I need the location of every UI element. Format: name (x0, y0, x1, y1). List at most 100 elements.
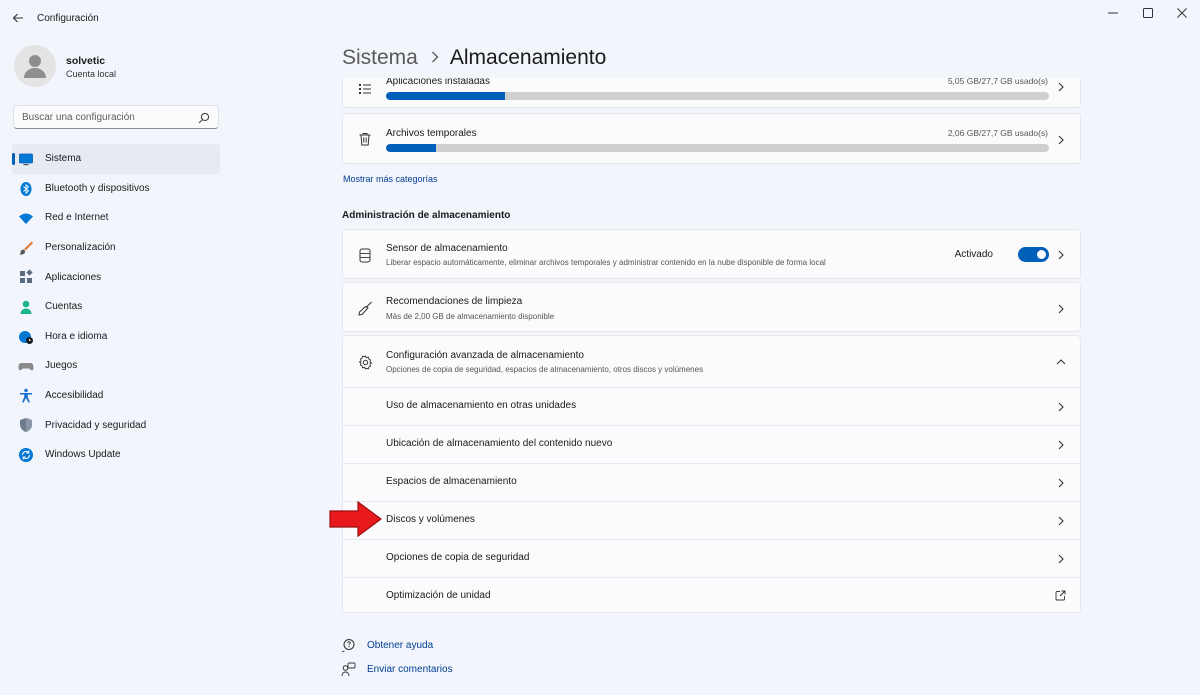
chevron-right-icon (1056, 554, 1066, 564)
search-icon (198, 112, 210, 124)
update-icon (18, 447, 34, 463)
account-type: Cuenta local (66, 69, 117, 79)
advanced-item-label: Ubicación de almacenamiento del contenid… (386, 438, 613, 449)
sidebar-item-bluetooth[interactable]: Bluetooth y dispositivos (12, 174, 220, 204)
gamepad-icon (18, 358, 34, 374)
category-usage: 2,06 GB/27,7 GB usado(s) (947, 128, 1048, 138)
main-content: Aplicaciones instaladas 5,05 GB/27,7 GB … (342, 78, 1082, 695)
advanced-item-label: Espacios de almacenamiento (386, 476, 517, 487)
external-link-icon (1055, 590, 1066, 601)
cleanup-recommendations-card[interactable]: Recomendaciones de limpieza Más de 2,00 … (342, 282, 1081, 332)
advanced-item-drive-optimization[interactable]: Optimización de unidad (343, 577, 1080, 613)
chevron-right-icon (1056, 250, 1066, 260)
close-icon (1177, 8, 1187, 18)
brush-icon (18, 240, 34, 256)
sidebar-item-accesibilidad[interactable]: Accesibilidad (12, 381, 220, 411)
advanced-item-label: Opciones de copia de seguridad (386, 552, 530, 563)
breadcrumb: Sistema Almacenamiento (342, 43, 606, 73)
title-bar: Configuración (0, 0, 1200, 36)
card-title: Sensor de almacenamiento (386, 243, 508, 254)
advanced-item-backup-options[interactable]: Opciones de copia de seguridad (343, 539, 1080, 577)
usage-bar (386, 92, 1049, 100)
sidebar-item-hora[interactable]: Hora e idioma (12, 322, 220, 352)
apps-icon (18, 269, 34, 285)
back-button[interactable] (9, 9, 27, 27)
app-title: Configuración (37, 13, 99, 24)
storage-category-temp[interactable]: Archivos temporales 2,06 GB/27,7 GB usad… (342, 113, 1081, 164)
usage-bar-fill (386, 92, 506, 100)
globe-clock-icon (18, 329, 34, 345)
advanced-item-label: Discos y volúmenes (386, 514, 475, 525)
card-title: Configuración avanzada de almacenamiento (386, 350, 584, 361)
sidebar-item-label: Hora e idioma (45, 330, 108, 342)
sidebar-item-aplicaciones[interactable]: Aplicaciones (12, 262, 220, 292)
arrow-left-icon (12, 13, 23, 23)
advanced-storage-header[interactable]: Configuración avanzada de almacenamiento… (343, 336, 1080, 387)
close-button[interactable] (1172, 5, 1192, 21)
sidebar-item-label: Aplicaciones (45, 271, 102, 283)
chevron-right-icon (1056, 402, 1066, 412)
advanced-item-save-location[interactable]: Ubicación de almacenamiento del contenid… (343, 425, 1080, 463)
chevron-up-icon (1056, 357, 1066, 367)
sidebar-item-sistema[interactable]: Sistema (12, 144, 220, 174)
user-silhouette-icon (24, 55, 46, 78)
sidebar-item-label: Bluetooth y dispositivos (45, 182, 150, 194)
sidebar-item-label: Sistema (45, 153, 82, 165)
chevron-right-icon (431, 50, 439, 67)
storage-sensor-toggle[interactable] (1018, 247, 1049, 262)
wifi-icon (18, 210, 34, 226)
send-feedback-label: Enviar comentarios (367, 663, 453, 675)
sidebar-item-privacidad[interactable]: Privacidad y seguridad (12, 410, 220, 440)
storage-category-apps[interactable]: Aplicaciones instaladas 5,05 GB/27,7 GB … (342, 78, 1081, 108)
breadcrumb-parent[interactable]: Sistema (342, 46, 418, 70)
sidebar-item-label: Juegos (45, 360, 78, 372)
list-icon (357, 81, 373, 97)
monitor-icon (18, 151, 34, 167)
shield-icon (18, 417, 34, 433)
chevron-right-icon (1056, 304, 1066, 314)
sidebar-item-label: Personalización (45, 242, 116, 254)
sidebar-item-cuentas[interactable]: Cuentas (12, 292, 220, 322)
sidebar-item-juegos[interactable]: Juegos (12, 351, 220, 381)
sidebar-item-label: Cuentas (45, 301, 83, 313)
storage-sensor-card[interactable]: Sensor de almacenamiento Liberar espacio… (342, 229, 1081, 279)
category-label: Aplicaciones instaladas (386, 78, 490, 87)
bluetooth-icon (18, 181, 34, 197)
section-title: Administración de almacenamiento (342, 210, 511, 221)
category-usage: 5,05 GB/27,7 GB usado(s) (947, 78, 1048, 86)
person-icon (18, 299, 34, 315)
active-indicator (12, 153, 15, 165)
advanced-item-storage-spaces[interactable]: Espacios de almacenamiento (343, 463, 1080, 501)
advanced-item-label: Uso de almacenamiento en otras unidades (386, 400, 577, 411)
card-subtitle: Liberar espacio automáticamente, elimina… (386, 258, 826, 267)
get-help-link[interactable]: Obtener ayuda (341, 637, 433, 653)
search-placeholder: Buscar una configuración (22, 112, 135, 123)
advanced-item-label: Optimización de unidad (386, 590, 491, 601)
advanced-item-disks-volumes[interactable]: Discos y volúmenes (343, 501, 1080, 539)
card-subtitle: Opciones de copia de seguridad, espacios… (386, 365, 704, 374)
avatar[interactable] (14, 45, 56, 87)
database-icon (357, 247, 373, 263)
send-feedback-link[interactable]: Enviar comentarios (341, 661, 453, 677)
page-title: Almacenamiento (449, 46, 607, 69)
red-arrow-annotation (329, 500, 383, 538)
sidebar-item-label: Accesibilidad (45, 390, 104, 402)
show-more-categories-link[interactable]: Mostrar más categorías (343, 174, 438, 184)
advanced-item-other-drives[interactable]: Uso de almacenamiento en otras unidades (343, 387, 1080, 425)
chevron-right-icon (1056, 478, 1066, 488)
minimize-button[interactable] (1103, 5, 1123, 21)
search-input[interactable]: Buscar una configuración (13, 105, 219, 129)
sidebar-item-personalizacion[interactable]: Personalización (12, 233, 220, 263)
accessibility-icon (18, 388, 34, 404)
chevron-right-icon (1056, 135, 1066, 145)
chevron-right-icon (1056, 440, 1066, 450)
maximize-icon (1143, 8, 1153, 18)
chevron-right-icon (1056, 82, 1066, 92)
category-label: Archivos temporales (386, 128, 477, 139)
user-name: solvetic (66, 55, 106, 67)
toggle-state-label: Activado (954, 249, 993, 260)
advanced-storage-card: Configuración avanzada de almacenamiento… (342, 335, 1081, 613)
sidebar-item-red[interactable]: Red e Internet (12, 203, 220, 233)
maximize-button[interactable] (1138, 5, 1158, 21)
sidebar-item-windows-update[interactable]: Windows Update (12, 440, 220, 470)
